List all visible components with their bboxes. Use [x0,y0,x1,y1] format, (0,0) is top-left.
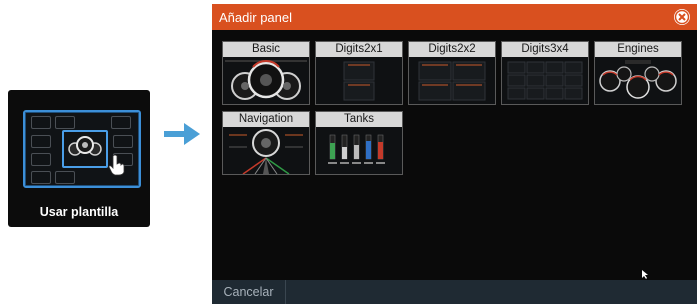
basic-thumbnail [225,60,307,100]
gauges-icon [68,136,102,156]
add-panel-dialog: Añadir panel Basic Digits2x1 Digits2x2 D… [212,4,697,304]
preview-cell [31,135,51,148]
preview-cell [113,135,133,148]
panel-basic-label: Basic [223,42,309,57]
engines-thumbnail [599,60,677,99]
panel-navigation-label: Navigation [223,112,309,127]
panel-tanks-label: Tanks [316,112,402,127]
cancel-button[interactable]: Cancelar [212,280,286,304]
use-template-tile[interactable]: Usar plantilla [8,90,150,227]
dialog-title: Añadir panel [219,10,292,25]
panel-basic[interactable]: Basic [222,41,310,105]
close-button[interactable] [674,9,690,25]
panel-engines-label: Engines [595,42,681,57]
use-template-label: Usar plantilla [39,205,119,219]
digits3x4-thumbnail [507,61,583,100]
touch-hand-icon [108,154,125,176]
preview-cell [55,171,75,184]
pointer-cursor-icon [642,270,648,279]
panel-digits3x4[interactable]: Digits3x4 [501,41,589,105]
panel-digits3x4-label: Digits3x4 [502,42,588,57]
dialog-footer: Cancelar [212,280,697,304]
tanks-thumbnail [328,134,385,164]
preview-cell [31,116,51,129]
dialog-header: Añadir panel [212,4,697,30]
panel-navigation[interactable]: Navigation [222,111,310,175]
close-icon [674,9,690,25]
arrow-right-icon [164,123,200,145]
panel-digits2x2-label: Digits2x2 [409,42,495,57]
panel-digits2x1[interactable]: Digits2x1 [315,41,403,105]
digits2x1-thumbnail [343,61,375,101]
navigation-thumbnail [229,129,303,174]
digits2x2-thumbnail [418,61,486,101]
preview-cell [111,116,131,129]
panel-digits2x1-label: Digits2x1 [316,42,402,57]
panel-engines[interactable]: Engines [594,41,682,105]
panel-tanks[interactable]: Tanks [315,111,403,175]
preview-cell [31,171,51,184]
panel-digits2x2[interactable]: Digits2x2 [408,41,496,105]
preview-cell [55,116,75,129]
template-preview [23,110,141,188]
preview-cell [31,153,51,166]
